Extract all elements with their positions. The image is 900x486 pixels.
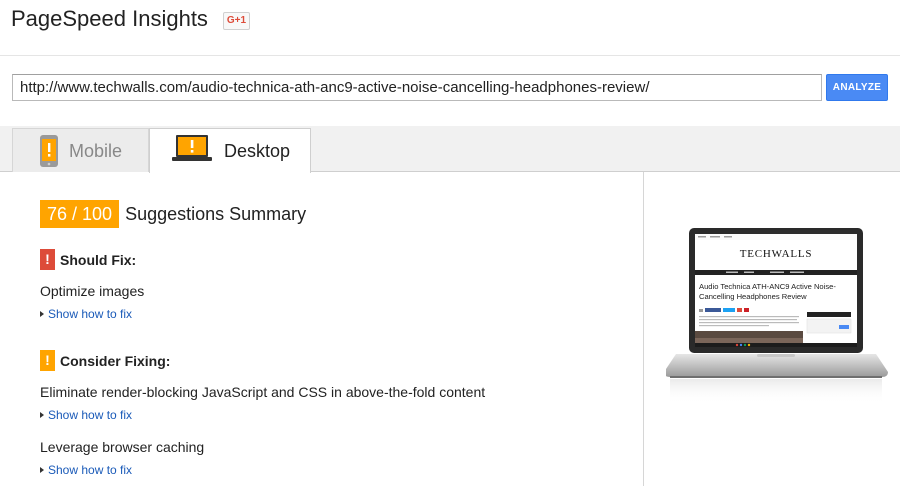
consider-fixing-heading: ! Consider Fixing: bbox=[40, 350, 170, 371]
tab-desktop-label: Desktop bbox=[224, 141, 291, 161]
should-fix-heading: ! Should Fix: bbox=[40, 249, 136, 270]
content-divider bbox=[643, 172, 644, 486]
rule-title: Optimize images bbox=[40, 283, 145, 299]
show-how-to-fix-link[interactable]: Show how to fix bbox=[40, 307, 132, 321]
exclamation-icon: ! bbox=[40, 249, 55, 270]
mobile-warning-icon bbox=[40, 135, 58, 167]
expand-triangle-icon bbox=[40, 311, 44, 317]
score-badge: 76 / 100 bbox=[40, 200, 120, 228]
svg-text:Cancelling Headphones Review: Cancelling Headphones Review bbox=[699, 292, 807, 301]
exclamation-icon: ! bbox=[40, 350, 55, 371]
desktop-preview-image: TECHWALLS Audio Technica ATH-ANC9 Active… bbox=[666, 228, 888, 404]
expand-triangle-icon bbox=[40, 467, 44, 473]
url-input[interactable]: http://www.techwalls.com/audio-technica-… bbox=[12, 74, 822, 101]
analyze-button[interactable]: ANALYZE bbox=[826, 74, 888, 101]
rule-title: Eliminate render-blocking JavaScript and… bbox=[40, 384, 486, 400]
preview-site-name: TECHWALLS bbox=[740, 248, 813, 260]
show-how-to-fix-link[interactable]: Show how to fix bbox=[40, 408, 132, 422]
expand-triangle-icon bbox=[40, 412, 44, 418]
show-how-to-fix-label: Show how to fix bbox=[48, 307, 133, 321]
svg-text:Audio Technica ATH-ANC9 Active: Audio Technica ATH-ANC9 Active Noise- bbox=[699, 282, 836, 291]
rule-title: Leverage browser caching bbox=[40, 439, 205, 455]
show-how-to-fix-label: Show how to fix bbox=[48, 408, 133, 422]
summary-header: 76 / 100 Suggestions Summary bbox=[40, 200, 306, 228]
app-header: PageSpeed Insights G+1 bbox=[0, 0, 900, 56]
should-fix-label: Should Fix: bbox=[60, 251, 137, 268]
tab-desktop[interactable]: Desktop bbox=[149, 128, 311, 173]
show-how-to-fix-label: Show how to fix bbox=[48, 463, 133, 477]
summary-title: Suggestions Summary bbox=[125, 203, 307, 224]
tab-mobile[interactable]: Mobile bbox=[12, 128, 149, 172]
show-how-to-fix-link[interactable]: Show how to fix bbox=[40, 463, 132, 477]
consider-fixing-label: Consider Fixing: bbox=[60, 352, 171, 369]
app-title: PageSpeed Insights bbox=[11, 6, 208, 31]
laptop-warning-icon bbox=[172, 135, 212, 161]
tab-mobile-label: Mobile bbox=[69, 141, 123, 161]
gplus-button[interactable]: G+1 bbox=[223, 12, 250, 30]
